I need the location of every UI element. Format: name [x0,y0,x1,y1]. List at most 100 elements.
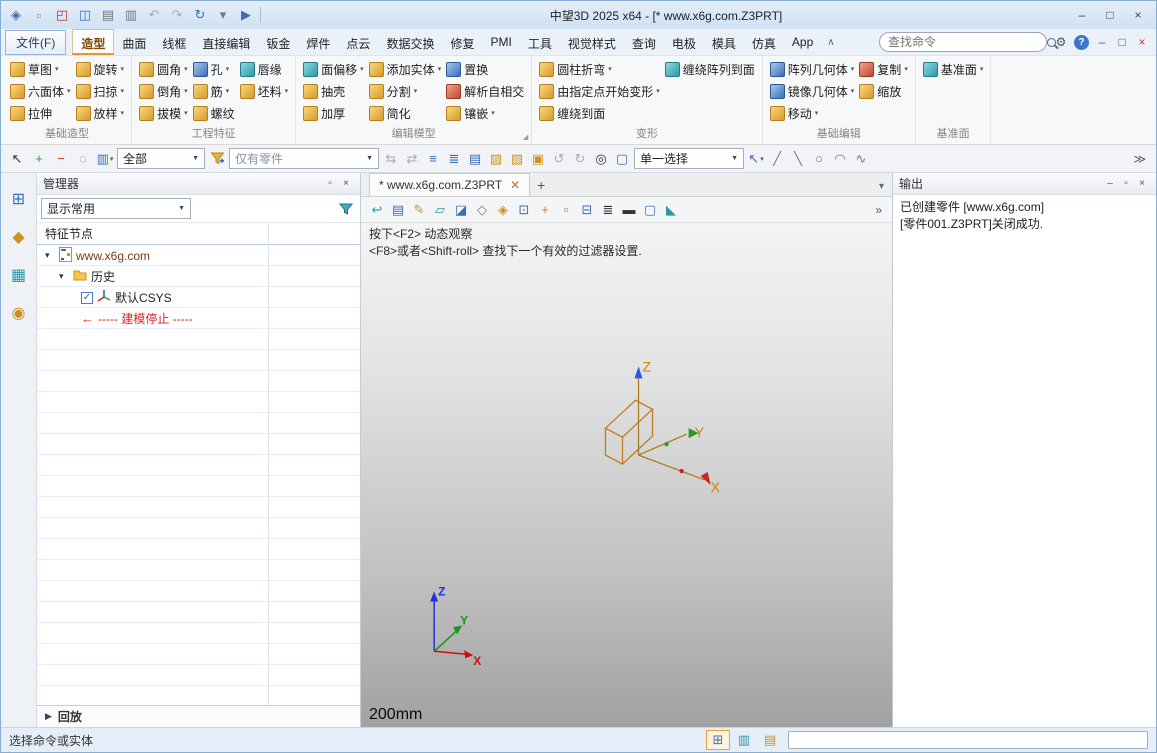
display-mode-dropdown[interactable]: 显示常用▼ [41,198,191,219]
shell-button[interactable]: 抽壳 [301,80,366,102]
shade-wedge-icon[interactable]: ◣ [661,200,681,220]
list-view-icon[interactable]: ≡ [423,149,443,169]
expander-icon[interactable]: ▾ [59,271,69,282]
table-view-icon[interactable]: ▤ [465,149,485,169]
dropdown-arrow-icon[interactable]: ▾ [67,87,71,95]
boxed-cube-icon[interactable]: ⊡ [514,200,534,220]
mirror-geometry-button[interactable]: 镜像几何体▾ [768,80,857,102]
replace-button[interactable]: 置换 [444,58,526,80]
dropdown-arrow-icon[interactable]: ▾ [55,65,59,73]
part-tab-icon[interactable]: ◆ [7,225,31,249]
manager-tab-icon[interactable]: ⊞ [7,187,31,211]
tab-pmi[interactable]: PMI [482,29,519,55]
new-file-icon[interactable]: ▫ [28,4,50,26]
dropdown-arrow-icon[interactable]: ▾ [438,65,442,73]
tab-tools[interactable]: 工具 [520,29,560,55]
selection-filter-funnel-icon[interactable] [207,149,227,169]
deform-by-point-button[interactable]: 由指定点开始变形▾ [537,80,662,102]
monitor-toggle-icon[interactable]: ▥ [732,730,756,750]
dropdown-arrow-icon[interactable]: ▾ [360,65,364,73]
tab-list-icon[interactable]: ▾ [879,181,892,196]
lip-button[interactable]: 唇缘 [238,58,291,80]
regen-icon[interactable]: ↻ [189,4,211,26]
command-search-input[interactable] [888,35,1043,49]
line-tool-icon[interactable]: ╱ [767,149,787,169]
cylindrical-bend-button[interactable]: 圆柱折弯▾ [537,58,662,80]
filter-columns-icon[interactable]: ▥▾ [95,149,115,169]
dropdown-arrow-icon[interactable]: ▾ [491,109,495,117]
dropdown-arrow-icon[interactable]: ▾ [760,155,764,163]
dropdown-arrow-icon[interactable]: ▾ [110,155,114,163]
close-button[interactable]: × [1124,4,1152,26]
polyline-tool-icon[interactable]: ╲ [788,149,808,169]
tab-app[interactable]: App [784,29,821,55]
tab-electrode[interactable]: 电极 [664,29,704,55]
file-menu-button[interactable]: 文件(F) [5,30,66,55]
copy-button[interactable]: 复制▾ [857,58,910,80]
stock-button[interactable]: 坯料▾ [238,80,291,102]
save-icon[interactable]: ◫ [74,4,96,26]
align-horizontal-icon[interactable]: ⇆ [381,149,401,169]
hole-button[interactable]: 孔▾ [191,58,237,80]
target-point-icon[interactable]: ◎ [591,149,611,169]
revolve-button[interactable]: 旋转▾ [74,58,127,80]
dropdown-arrow-icon[interactable]: ▾ [414,87,418,95]
user-tab-icon[interactable]: ◉ [7,301,31,325]
dropdown-arrow-icon[interactable]: ▾ [285,87,289,95]
previous-view-icon[interactable]: ↩ [367,200,387,220]
canvas-background-icon[interactable]: ▢ [640,200,660,220]
origin-target-icon[interactable]: + [535,200,555,220]
dropdown-arrow-icon[interactable]: ▾ [226,65,230,73]
tab-shape[interactable]: 造型 [72,29,114,55]
section-view-icon[interactable]: ⊟ [577,200,597,220]
minimize-panel-icon[interactable]: – [1102,176,1118,192]
history-stop-arrow-icon[interactable]: ← [81,311,94,326]
loft-button[interactable]: 放样▾ [74,102,127,124]
pattern-geometry-button[interactable]: 阵列几何体▾ [768,58,857,80]
tab-inquire[interactable]: 查询 [624,29,664,55]
align-vertical-icon[interactable]: ⇄ [402,149,422,169]
layers-stack-icon[interactable]: ≣ [598,200,618,220]
scale-button[interactable]: 缩放 [857,80,910,102]
dropdown-arrow-icon[interactable]: ▾ [980,65,984,73]
close-window-icon[interactable]: × [1132,32,1152,52]
close-panel-icon[interactable]: × [1134,176,1150,192]
face-offset-button[interactable]: 面偏移▾ [301,58,366,80]
simplify-button[interactable]: 简化 [367,102,444,124]
arc-tool-icon[interactable]: ◠ [830,149,850,169]
tab-simulation[interactable]: 仿真 [744,29,784,55]
open-folder-icon[interactable]: ▨ [486,149,506,169]
tab-sheet-metal[interactable]: 钣金 [258,29,298,55]
add-shape-button[interactable]: 添加实体▾ [367,58,444,80]
replay-section[interactable]: ▶ 回放 [37,705,360,727]
dropdown-arrow-icon[interactable]: ▾ [121,65,125,73]
maximize-button[interactable]: □ [1096,4,1124,26]
dropdown-arrow-icon[interactable]: ▾ [608,65,612,73]
library-icon[interactable]: ▧ [507,149,527,169]
draft-button[interactable]: 拔模▾ [137,102,190,124]
sweep-button[interactable]: 扫掠▾ [74,80,127,102]
redo-icon[interactable]: ↷ [166,4,188,26]
pick-mode-dropdown[interactable]: 单一选择▼ [634,148,744,169]
search-icon[interactable] [1047,38,1056,47]
dropdown-arrow-icon[interactable]: ▾ [815,109,819,117]
tree-row-history-stop[interactable]: ← ----- 建模停止 ----- [37,308,360,329]
box-button[interactable]: 六面体▾ [8,80,73,102]
component-icon[interactable]: ▣ [528,149,548,169]
restore-window-icon[interactable]: □ [1112,32,1132,52]
close-tab-icon[interactable]: ✕ [510,178,520,192]
dropdown-arrow-icon[interactable]: ▾ [184,65,188,73]
dropdown-arrow-icon[interactable]: ▾ [184,109,188,117]
lasso-select-icon[interactable]: ◌ [73,149,93,169]
layer-icon[interactable]: ▤ [388,200,408,220]
open-file-icon[interactable]: ◰ [51,4,73,26]
frame-icon[interactable]: ▫ [556,200,576,220]
dropdown-arrow-icon[interactable]: ▾ [121,109,125,117]
thick-line-icon[interactable]: ▬ [619,200,639,220]
minimize-button[interactable]: – [1068,4,1096,26]
run-icon[interactable]: ▶ [235,4,257,26]
solid-cube-icon[interactable]: ◇ [472,200,492,220]
dropdown-arrow-icon[interactable]: ▾ [851,87,855,95]
pick-arrow-icon[interactable]: ↖▾ [746,149,766,169]
wrap-pattern-to-face-button[interactable]: 缠绕阵列到面 [663,58,757,80]
